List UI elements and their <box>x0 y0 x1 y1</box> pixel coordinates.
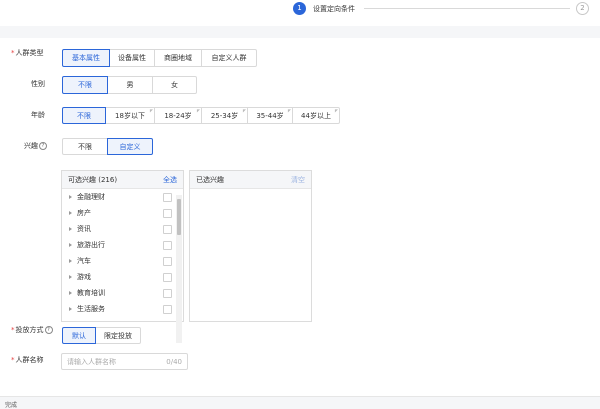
corner-mark-icon: ◤ <box>287 108 291 113</box>
age-option-label: 18-24岁 <box>164 111 192 120</box>
expand-arrow-icon[interactable] <box>69 307 72 311</box>
audience-name-input[interactable]: 请输入人群名称 0/40 <box>61 353 188 370</box>
interest-item-label: 房产 <box>77 209 91 217</box>
age-option-under-18[interactable]: 18岁以下 ◤ <box>105 107 155 124</box>
interest-item-label: 教育培训 <box>77 289 105 297</box>
age-option-label: 35-44岁 <box>256 111 284 120</box>
list-item[interactable]: 汽车 <box>62 253 183 269</box>
available-interests-panel: 可选兴趣 (216) 全选 金融理财 房产 资讯 旅游出行 汽车 游戏 教育培训… <box>61 170 184 343</box>
audience-type-label: *人群类型 <box>11 49 44 57</box>
interest-checkbox[interactable] <box>163 288 172 298</box>
interest-item-label: 游戏 <box>77 273 91 281</box>
interest-checkbox[interactable] <box>163 256 172 266</box>
help-icon[interactable]: ? <box>44 326 53 334</box>
delivery-mode-option-default[interactable]: 默认 <box>62 327 96 344</box>
delivery-mode-option-targeted[interactable]: 限定投放 <box>95 327 141 344</box>
list-item[interactable]: 金融理财 <box>62 189 183 205</box>
interest-option-any[interactable]: 不限 <box>62 138 108 155</box>
selected-interests-panel: 已选兴趣 清空 <box>189 170 312 322</box>
interest-checkbox[interactable] <box>163 192 172 202</box>
corner-mark-icon: ◤ <box>242 108 246 113</box>
list-item[interactable]: 生活服务 <box>62 301 183 317</box>
available-interests-title: 可选兴趣 (216) <box>68 175 118 184</box>
expand-arrow-icon[interactable] <box>69 211 72 215</box>
expand-arrow-icon[interactable] <box>69 243 72 247</box>
list-item[interactable]: 游戏 <box>62 269 183 285</box>
gender-option-any[interactable]: 不限 <box>62 76 108 94</box>
list-item[interactable]: 房产 <box>62 205 183 221</box>
delivery-mode-label: *投放方式? <box>11 325 53 335</box>
selected-interests-header: 已选兴趣 清空 <box>190 171 311 189</box>
interest-checkbox[interactable] <box>163 272 172 282</box>
age-option-35-44[interactable]: 35-44岁 ◤ <box>247 107 293 124</box>
interest-item-label: 金融理财 <box>77 193 105 201</box>
interest-item-label: 汽车 <box>77 257 91 265</box>
age-option-over-44[interactable]: 44岁以上 ◤ <box>292 107 340 124</box>
select-all-link[interactable]: 全选 <box>163 175 177 185</box>
gender-label: 性别 <box>31 80 45 88</box>
expand-arrow-icon[interactable] <box>69 275 72 279</box>
interest-item-label: 资讯 <box>77 225 91 233</box>
footer-bar: 完成 <box>0 396 600 409</box>
interest-checkbox[interactable] <box>163 240 172 250</box>
interest-checkbox[interactable] <box>163 304 172 314</box>
expand-arrow-icon[interactable] <box>69 195 72 199</box>
clear-link[interactable]: 清空 <box>291 175 305 185</box>
age-option-18-24[interactable]: 18-24岁 ◤ <box>154 107 202 124</box>
audience-type-option-basic[interactable]: 基本属性 <box>62 49 110 67</box>
expand-arrow-icon[interactable] <box>69 227 72 231</box>
age-label: 年龄 <box>31 111 45 119</box>
interest-item-label: 旅游出行 <box>77 241 105 249</box>
age-option-25-34[interactable]: 25-34岁 ◤ <box>201 107 248 124</box>
age-segment: 不限 18岁以下 ◤ 18-24岁 ◤ 25-34岁 ◤ 35-44岁 ◤ 44岁以上 ◤ <box>62 107 340 124</box>
list-item[interactable]: 资讯 <box>62 221 183 237</box>
scrollbar-thumb[interactable] <box>177 199 181 235</box>
age-option-label: 18岁以下 <box>115 111 145 120</box>
corner-mark-icon: ◤ <box>334 108 338 113</box>
audience-name-label: *人群名称 <box>11 356 44 364</box>
help-icon[interactable]: ? <box>39 142 47 150</box>
step-connector <box>364 8 570 9</box>
gender-option-male[interactable]: 男 <box>107 76 153 94</box>
step-2-indicator: 2 <box>576 2 589 15</box>
interest-option-custom[interactable]: 自定义 <box>107 138 153 155</box>
selected-interests-title: 已选兴趣 <box>196 175 224 184</box>
list-item[interactable]: 旅游出行 <box>62 237 183 253</box>
audience-type-option-area[interactable]: 商圈地域 <box>154 49 202 67</box>
audience-name-placeholder: 请输入人群名称 <box>67 357 116 366</box>
stepper: 1 设置定向条件 2 <box>0 0 600 27</box>
gender-segment: 不限 男 女 <box>62 76 197 94</box>
audience-type-option-device[interactable]: 设备属性 <box>109 49 155 67</box>
gender-option-female[interactable]: 女 <box>152 76 197 94</box>
interest-checkbox[interactable] <box>163 208 172 218</box>
interest-segment: 不限 自定义 <box>62 138 153 155</box>
age-option-any[interactable]: 不限 <box>62 107 106 124</box>
age-option-label: 25-34岁 <box>210 111 239 120</box>
list-item[interactable]: 教育培训 <box>62 285 183 301</box>
interest-label: 兴趣? <box>24 141 47 151</box>
interest-item-label: 生活服务 <box>77 305 105 313</box>
interest-list: 金融理财 房产 资讯 旅游出行 汽车 游戏 教育培训 生活服务 <box>62 189 183 317</box>
audience-type-segment: 基本属性 设备属性 商圈地域 自定义人群 <box>62 49 257 67</box>
available-interests-header: 可选兴趣 (216) 全选 <box>62 171 183 189</box>
step-1-indicator: 1 <box>293 2 306 15</box>
interest-checkbox[interactable] <box>163 224 172 234</box>
delivery-mode-segment: 默认 限定投放 <box>62 327 141 344</box>
corner-mark-icon: ◤ <box>196 108 200 113</box>
corner-mark-icon: ◤ <box>149 108 153 113</box>
audience-type-option-custom[interactable]: 自定义人群 <box>201 49 257 67</box>
audience-name-counter: 0/40 <box>166 357 182 366</box>
header-band <box>0 26 600 38</box>
step-1-label: 设置定向条件 <box>313 5 355 13</box>
expand-arrow-icon[interactable] <box>69 259 72 263</box>
expand-arrow-icon[interactable] <box>69 291 72 295</box>
age-option-label: 44岁以上 <box>301 111 331 120</box>
